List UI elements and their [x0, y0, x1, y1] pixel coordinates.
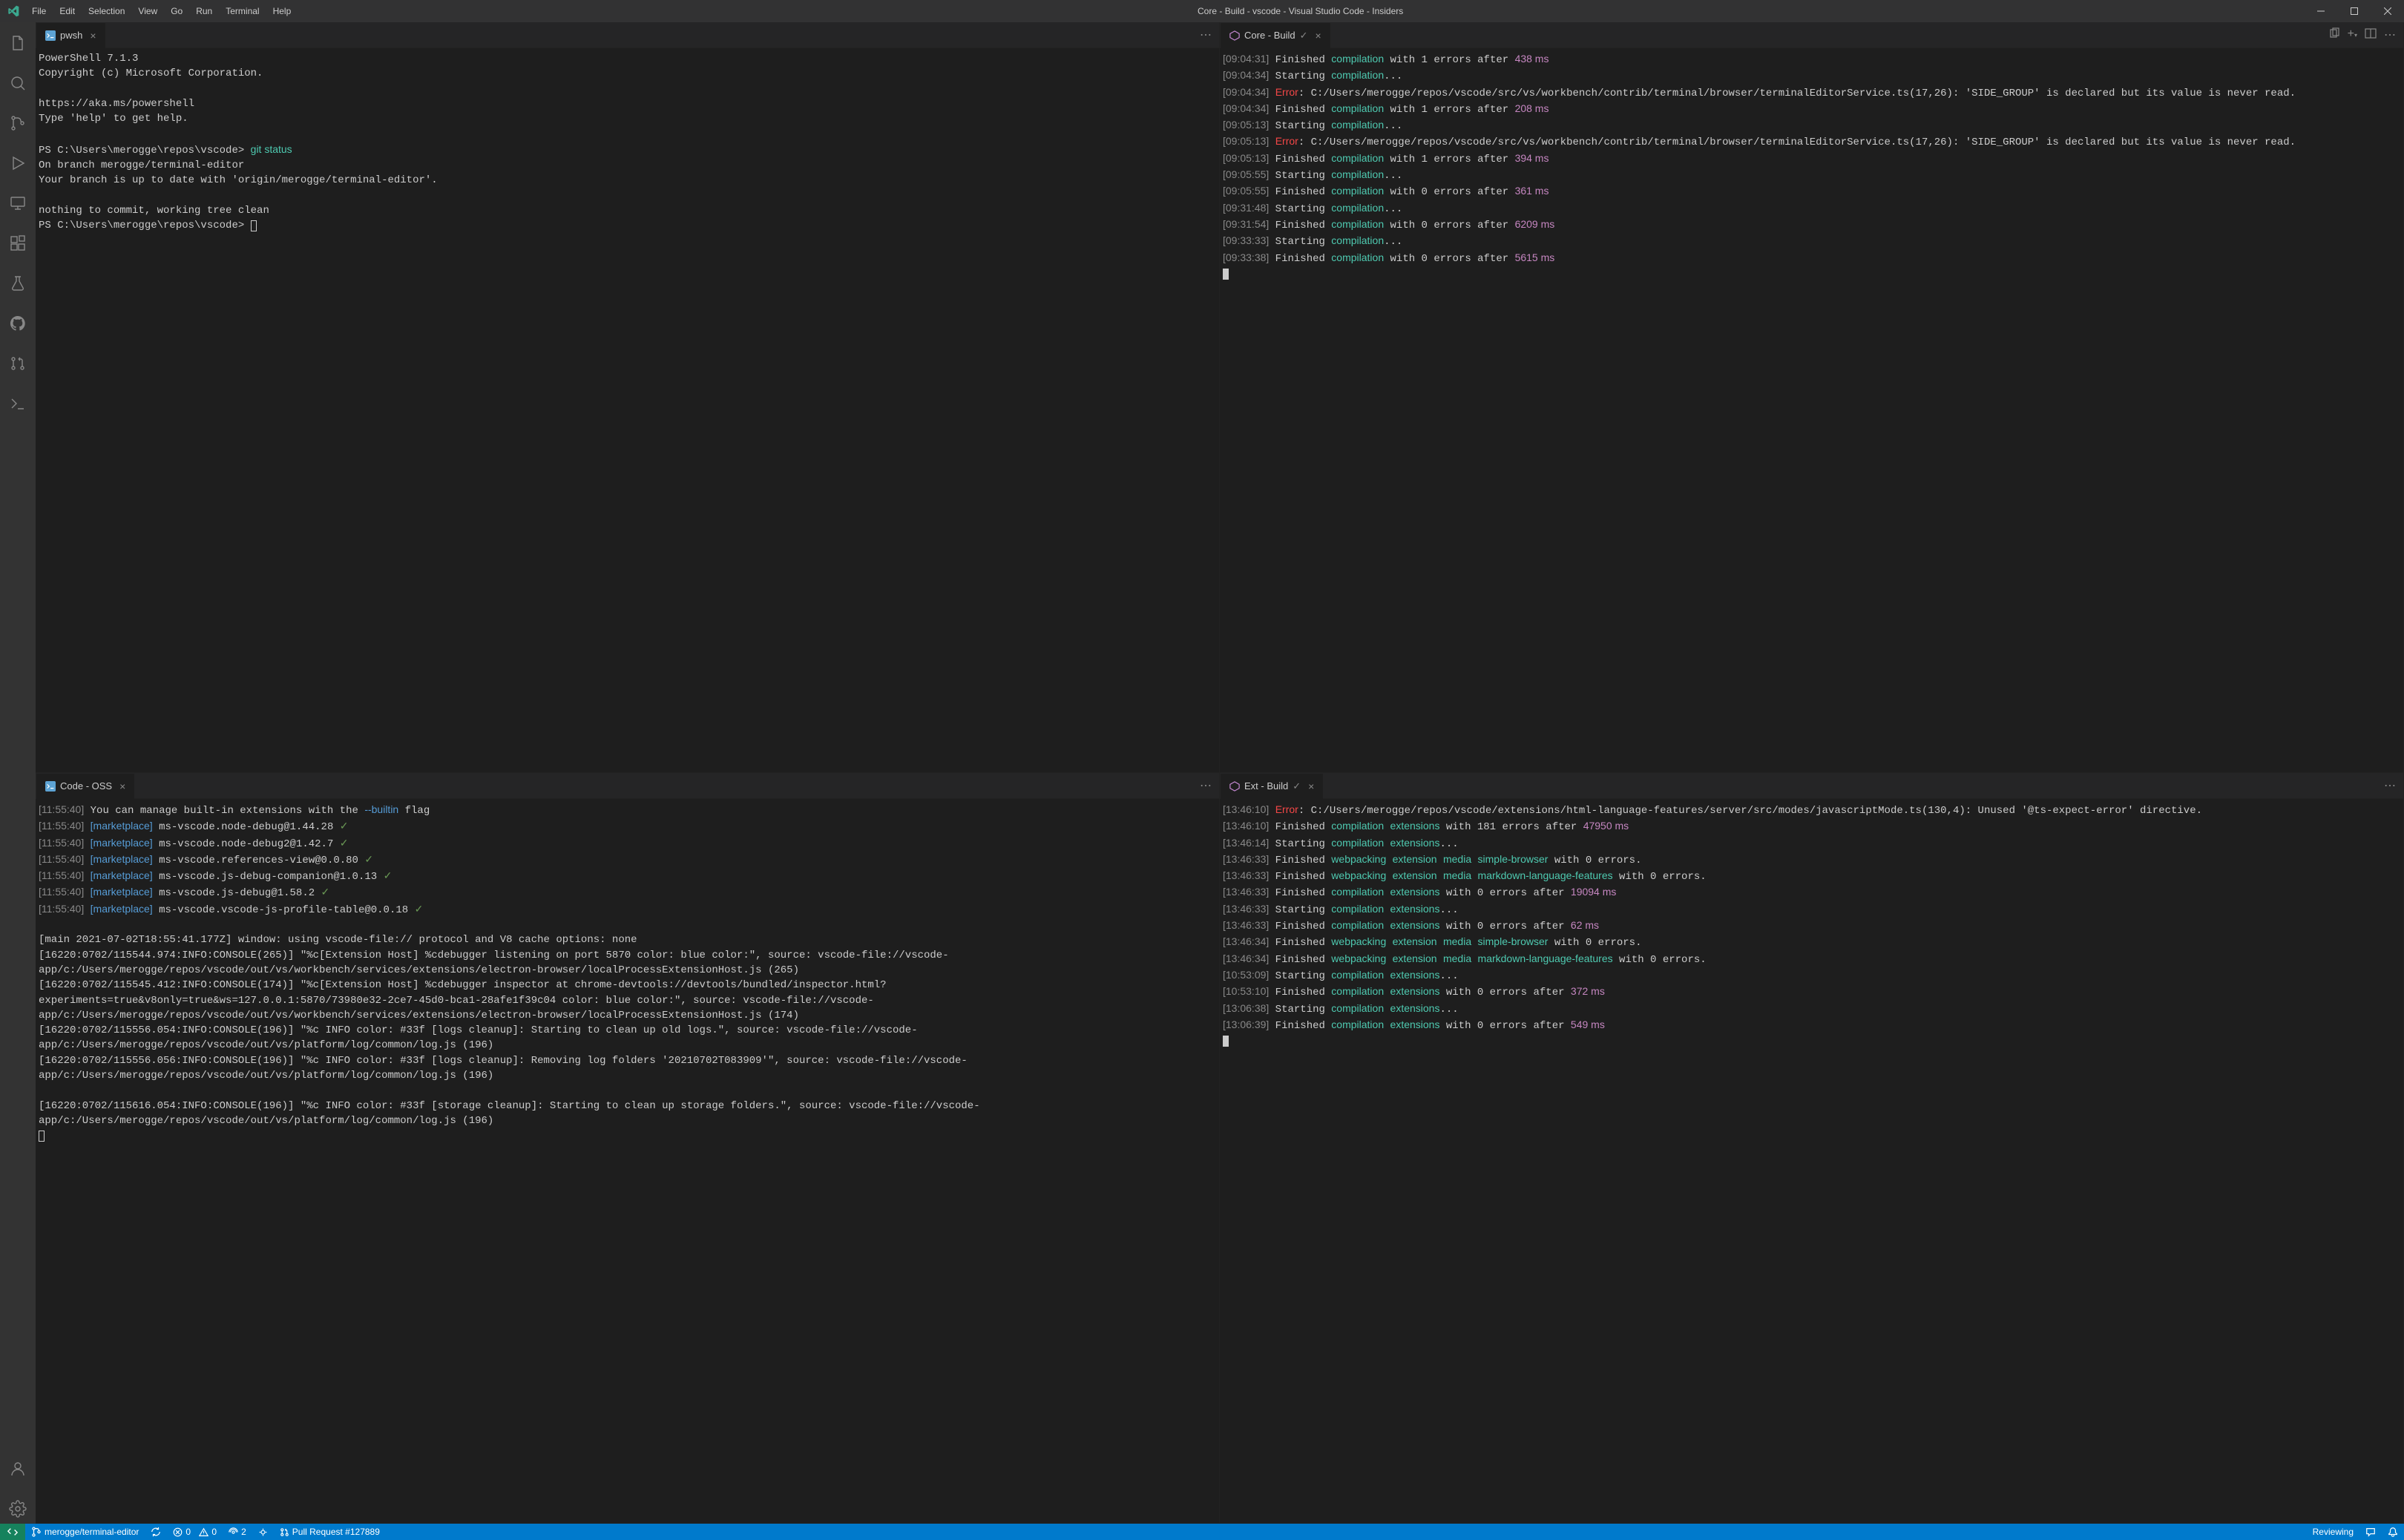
- pane-code-oss: Code - OSS × ⋯ [11:55:40] You can manage…: [36, 773, 1220, 1524]
- branch-status[interactable]: merogge/terminal-editor: [25, 1524, 145, 1540]
- minimize-button[interactable]: [2304, 0, 2337, 22]
- settings-gear-icon[interactable]: [0, 1494, 36, 1524]
- terminal-icon: [1229, 781, 1240, 792]
- tab-label: Core - Build: [1244, 30, 1295, 41]
- tab-label: Ext - Build: [1244, 780, 1288, 792]
- more-icon[interactable]: ⋯: [1200, 778, 1212, 793]
- testing-icon[interactable]: [0, 269, 36, 298]
- terminal-output[interactable]: [09:04:31] Finished compilation with 1 e…: [1220, 48, 2403, 772]
- source-control-icon[interactable]: [0, 108, 36, 138]
- pane-core-build: Core - Build ✓ × +▾ ⋯ [09:04:31] Finishe…: [1220, 22, 2404, 773]
- tab-label: Code - OSS: [60, 780, 112, 792]
- remote-explorer-icon[interactable]: [0, 188, 36, 218]
- window-title: Core - Build - vscode - Visual Studio Co…: [297, 6, 2304, 16]
- menu-file[interactable]: File: [26, 3, 52, 19]
- more-icon[interactable]: ⋯: [1200, 27, 1212, 42]
- extensions-icon[interactable]: [0, 228, 36, 258]
- menu-run[interactable]: Run: [190, 3, 218, 19]
- tab-bar: Code - OSS × ⋯: [36, 773, 1219, 799]
- more-icon[interactable]: ⋯: [2384, 778, 2396, 793]
- warning-count: 0: [211, 1527, 217, 1537]
- terminal-icon: [45, 30, 56, 41]
- tab-core-build[interactable]: Core - Build ✓ ×: [1220, 22, 1330, 48]
- remote-indicator[interactable]: [0, 1524, 25, 1540]
- live-share[interactable]: [252, 1524, 274, 1540]
- ports-status[interactable]: 2: [223, 1524, 252, 1540]
- run-debug-icon[interactable]: [0, 148, 36, 178]
- terminal-panel-icon[interactable]: [0, 389, 36, 418]
- ports-count: 2: [241, 1527, 246, 1537]
- status-bar: merogge/terminal-editor 0 0 2 Pull Reque…: [0, 1524, 2404, 1540]
- tab-bar: Core - Build ✓ × +▾ ⋯: [1220, 22, 2403, 48]
- pane-ext-build: Ext - Build ✓ × ⋯ [13:46:10] Error: C:/U…: [1220, 773, 2404, 1524]
- explorer-icon[interactable]: [0, 28, 36, 58]
- accounts-icon[interactable]: [0, 1454, 36, 1484]
- terminal-output[interactable]: [11:55:40] You can manage built-in exten…: [36, 799, 1219, 1523]
- check-icon: ✓: [1300, 30, 1308, 42]
- tab-label: pwsh: [60, 30, 82, 41]
- check-icon: ✓: [1293, 780, 1301, 792]
- sync-status[interactable]: [145, 1524, 167, 1540]
- reviewing-status[interactable]: Reviewing: [2307, 1524, 2359, 1540]
- pull-requests-icon[interactable]: [0, 349, 36, 378]
- copy-icon[interactable]: [2328, 27, 2340, 42]
- menu-edit[interactable]: Edit: [53, 3, 81, 19]
- pane-pwsh: pwsh × ⋯ PowerShell 7.1.3 Copyright (c) …: [36, 22, 1220, 773]
- problems-status[interactable]: 0 0: [167, 1524, 223, 1540]
- menu-selection[interactable]: Selection: [82, 3, 131, 19]
- close-button[interactable]: [2371, 0, 2404, 22]
- tab-pwsh[interactable]: pwsh ×: [36, 22, 105, 48]
- terminal-output[interactable]: [13:46:10] Error: C:/Users/merogge/repos…: [1220, 799, 2403, 1523]
- close-icon[interactable]: ×: [119, 780, 125, 792]
- notifications-icon[interactable]: [2382, 1524, 2404, 1540]
- close-icon[interactable]: ×: [1308, 780, 1314, 792]
- activity-bar: [0, 22, 36, 1524]
- branch-name: merogge/terminal-editor: [45, 1527, 139, 1537]
- terminal-output[interactable]: PowerShell 7.1.3 Copyright (c) Microsoft…: [36, 48, 1219, 772]
- pull-request-status[interactable]: Pull Request #127889: [274, 1524, 386, 1540]
- tab-code-oss[interactable]: Code - OSS ×: [36, 773, 134, 799]
- close-icon[interactable]: ×: [1316, 30, 1321, 42]
- menu-terminal[interactable]: Terminal: [220, 3, 265, 19]
- tab-bar: Ext - Build ✓ × ⋯: [1220, 773, 2403, 799]
- menu-go[interactable]: Go: [165, 3, 188, 19]
- terminal-icon: [1229, 30, 1240, 41]
- tab-bar: pwsh × ⋯: [36, 22, 1219, 48]
- maximize-button[interactable]: [2337, 0, 2371, 22]
- app-logo: [0, 5, 26, 17]
- split-icon[interactable]: [2365, 27, 2377, 42]
- menu-help[interactable]: Help: [267, 3, 298, 19]
- more-icon[interactable]: ⋯: [2384, 27, 2396, 42]
- terminal-icon: [45, 781, 56, 792]
- close-icon[interactable]: ×: [90, 30, 96, 42]
- menu-view[interactable]: View: [132, 3, 163, 19]
- search-icon[interactable]: [0, 68, 36, 98]
- pull-request-label: Pull Request #127889: [292, 1527, 380, 1537]
- github-icon[interactable]: [0, 309, 36, 338]
- feedback-icon[interactable]: [2359, 1524, 2382, 1540]
- menu-bar: FileEditSelectionViewGoRunTerminalHelp: [26, 3, 297, 19]
- add-icon[interactable]: +▾: [2348, 27, 2357, 42]
- title-bar: FileEditSelectionViewGoRunTerminalHelp C…: [0, 0, 2404, 22]
- error-count: 0: [185, 1527, 191, 1537]
- tab-ext-build[interactable]: Ext - Build ✓ ×: [1220, 773, 1323, 799]
